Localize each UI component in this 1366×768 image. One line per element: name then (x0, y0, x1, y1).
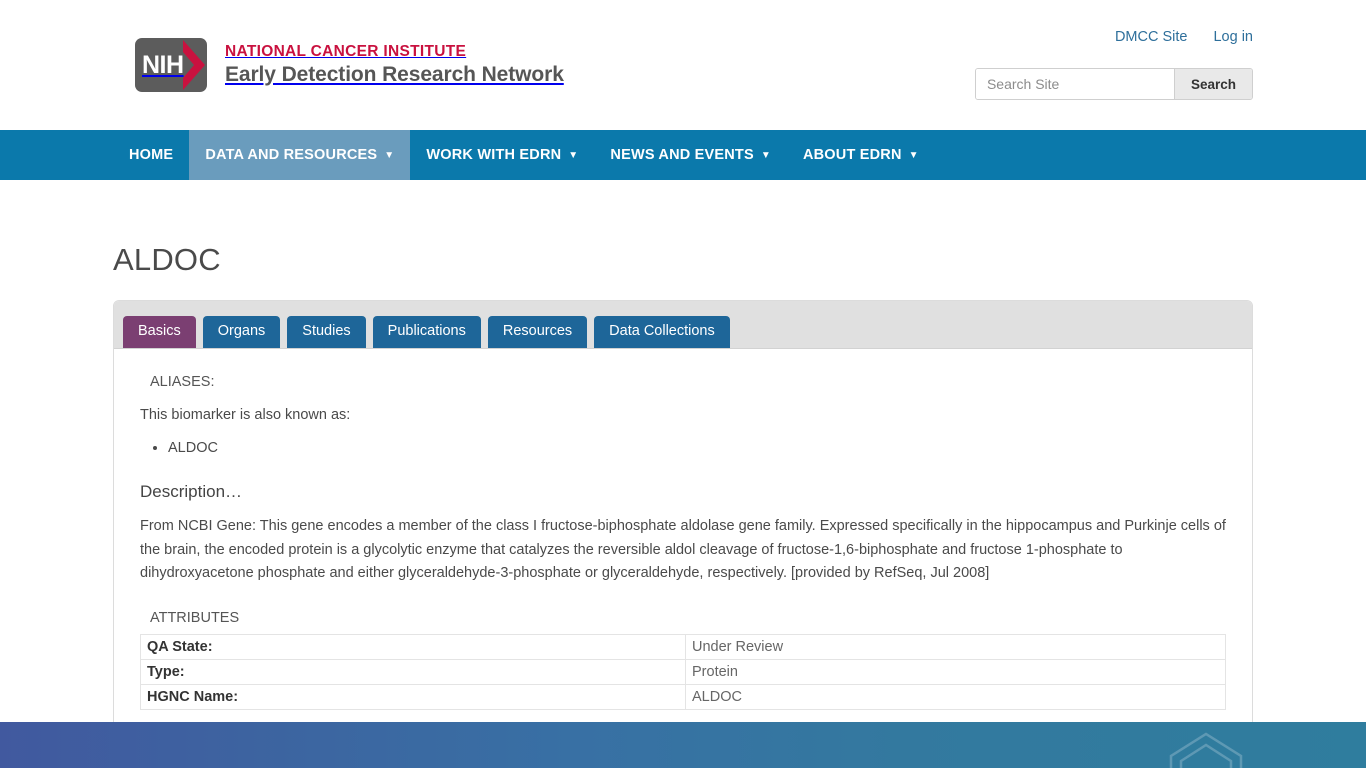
chevron-down-icon: ▼ (760, 149, 771, 161)
site-search: Search (974, 68, 1253, 100)
attributes-section-label: ATTRIBUTES (150, 609, 240, 626)
tab-bar: Basics Organs Studies Publications Resou… (114, 301, 1252, 349)
aliases-list: ALDOC (140, 437, 1226, 460)
tab-studies[interactable]: Studies (287, 315, 366, 348)
search-button[interactable]: Search (1173, 69, 1252, 99)
nav-item-label: ABOUT EDRN (802, 147, 902, 163)
page-title: ALDOC (113, 242, 221, 277)
nav-item-work-with-edrn[interactable]: WORK WITH EDRN ▼ (410, 130, 594, 180)
attribute-value: Protein (685, 658, 1226, 685)
nav-item-home[interactable]: HOME (113, 130, 189, 180)
list-item: ALDOC (168, 437, 1226, 460)
description-heading: Description… (140, 482, 243, 502)
chevron-down-icon: ▼ (908, 149, 919, 161)
table-row: QA State: Under Review (140, 633, 1226, 660)
tab-resources[interactable]: Resources (487, 315, 588, 348)
nih-logo-text: NIH (142, 50, 184, 79)
page-root: NIH NATIONAL CANCER INSTITUTE Early Dete… (0, 0, 1366, 768)
table-row: Type: Protein (140, 658, 1226, 685)
nav-item-label: DATA AND RESOURCES (205, 147, 378, 163)
building-watermark-icon (1169, 732, 1243, 768)
logo-program-line: Early Detection Research Network (225, 62, 564, 86)
aliases-section-label: ALIASES: (150, 374, 215, 390)
attribute-key: Type: (140, 658, 686, 685)
attribute-key: HGNC Name: (140, 683, 686, 710)
tab-publications[interactable]: Publications (372, 315, 481, 348)
tab-panel-basics: ALIASES: This biomarker is also known as… (114, 349, 1252, 736)
attribute-key: QA State: (140, 633, 686, 660)
main-content: ALDOC Basics Organs Studies Publications… (0, 180, 1366, 737)
logo-wordmark: NATIONAL CANCER INSTITUTE Early Detectio… (225, 43, 564, 86)
tab-data-collections[interactable]: Data Collections (594, 315, 730, 348)
nih-chevron-icon (183, 40, 205, 90)
site-logo[interactable]: NIH NATIONAL CANCER INSTITUTE Early Dete… (135, 38, 564, 92)
site-header: NIH NATIONAL CANCER INSTITUTE Early Dete… (0, 0, 1366, 130)
description-text: From NCBI Gene: This gene encodes a memb… (140, 518, 1226, 582)
attribute-value: Under Review (685, 633, 1226, 660)
attributes-table: QA State: Under Review Type: Protein HGN… (140, 633, 1226, 710)
tab-organs[interactable]: Organs (202, 315, 281, 348)
site-footer (0, 722, 1366, 768)
aliases-intro-text: This biomarker is also known as: (140, 407, 351, 423)
search-input[interactable] (975, 69, 1174, 99)
logo-institute-line: NATIONAL CANCER INSTITUTE (225, 43, 467, 61)
nav-item-label: NEWS AND EVENTS (610, 147, 754, 163)
nav-item-news-and-events[interactable]: NEWS AND EVENTS ▼ (594, 130, 787, 180)
nih-logo-mark: NIH (135, 38, 207, 92)
attribute-value: ALDOC (685, 683, 1226, 710)
nav-item-label: WORK WITH EDRN (426, 147, 562, 163)
table-row: HGNC Name: ALDOC (140, 683, 1226, 710)
chevron-down-icon: ▼ (384, 149, 395, 161)
primary-navigation: HOME DATA AND RESOURCES ▼ WORK WITH EDRN… (0, 130, 1366, 180)
biomarker-panel: Basics Organs Studies Publications Resou… (113, 300, 1253, 737)
nav-item-data-and-resources[interactable]: DATA AND RESOURCES ▼ (189, 130, 411, 180)
nav-item-about-edrn[interactable]: ABOUT EDRN ▼ (787, 130, 935, 180)
log-in-link[interactable]: Log in (1213, 29, 1253, 45)
tab-basics[interactable]: Basics (123, 315, 196, 348)
header-utility-links: DMCC Site Log in (1093, 29, 1253, 45)
chevron-down-icon: ▼ (568, 149, 579, 161)
nav-item-label: HOME (129, 147, 174, 163)
dmcc-site-link[interactable]: DMCC Site (1115, 29, 1188, 45)
